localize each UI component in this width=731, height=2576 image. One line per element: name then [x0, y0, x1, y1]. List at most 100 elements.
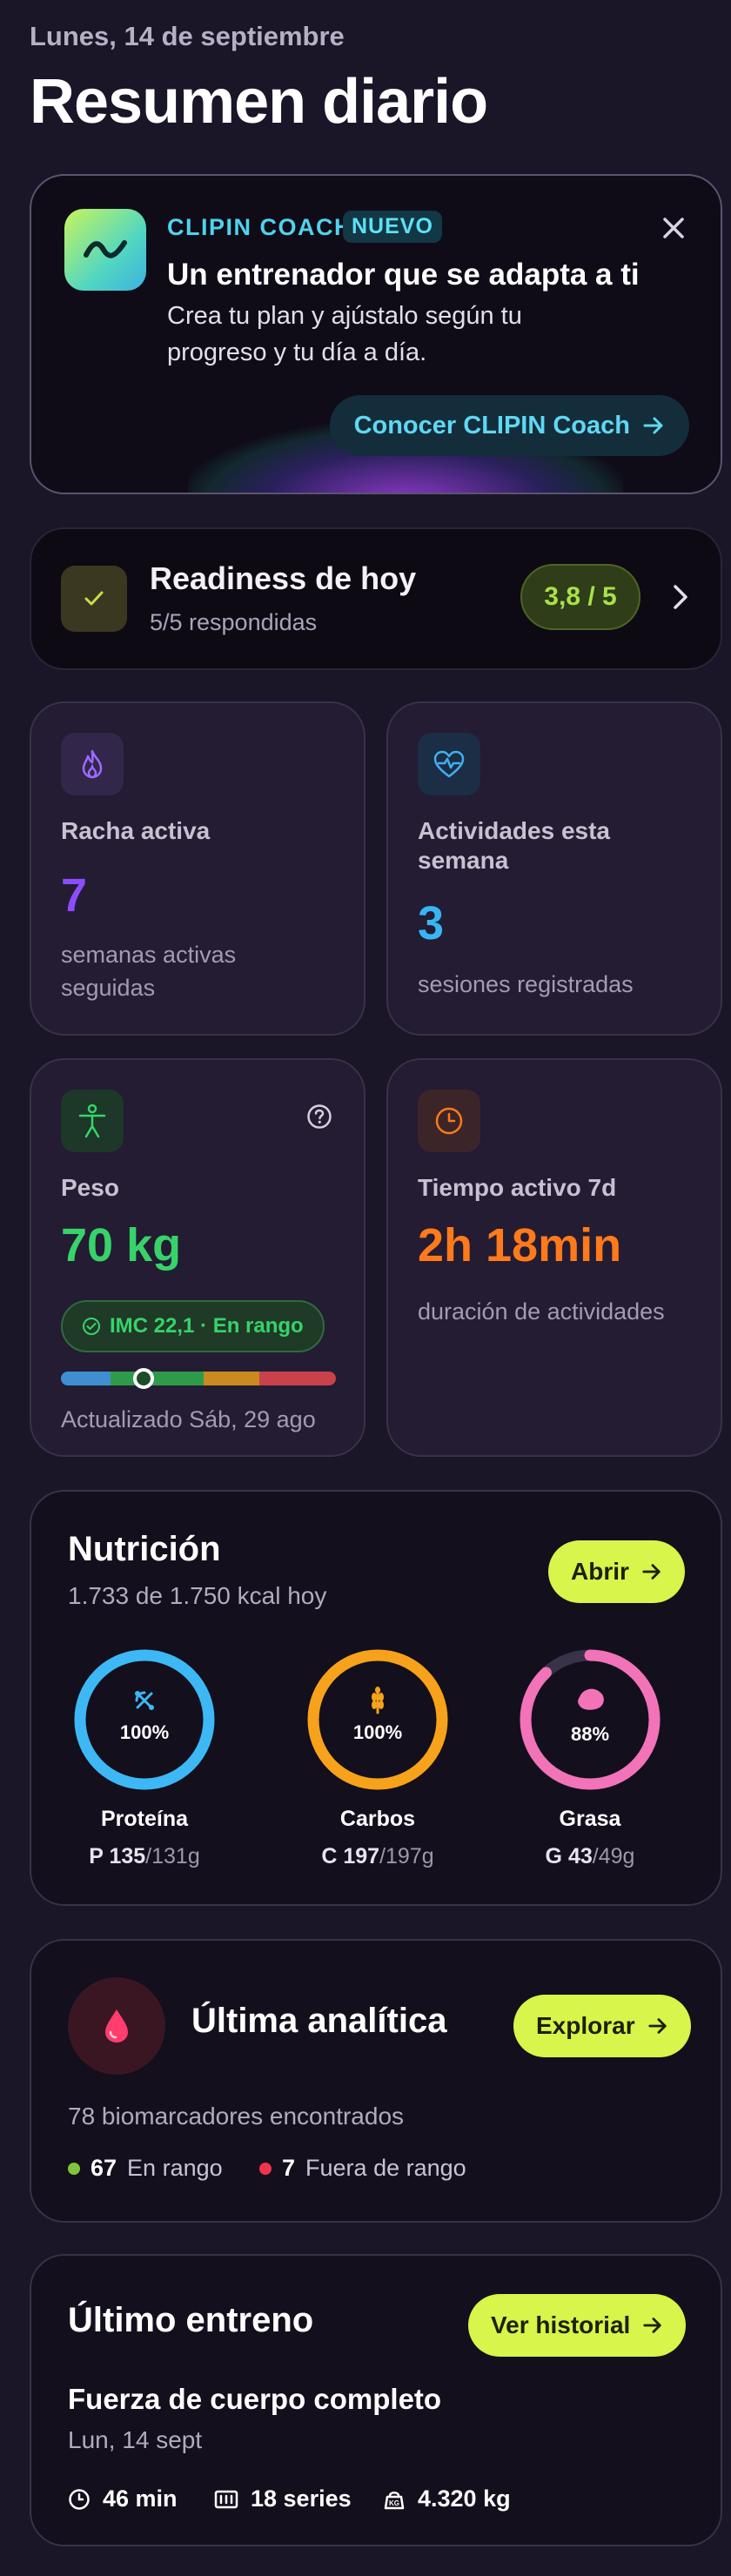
- streak-label: Racha activa: [61, 817, 211, 844]
- active-time-label: Tiempo activo 7d: [418, 1174, 617, 1201]
- workout-date: Lun, 14 sept: [68, 2426, 203, 2453]
- nutrition-card: Nutrición 1.733 de 1.750 kcal hoy Abrir …: [30, 1490, 722, 1906]
- macro-carbs[interactable]: 100% Carbos C 197/197g: [299, 1648, 456, 1869]
- workout-series: 18 series: [214, 2485, 352, 2512]
- out-range-dot: [259, 2162, 272, 2175]
- biomarkers-found: 78 biomarcadores encontrados: [68, 2103, 405, 2130]
- coach-brand-label: CLIPIN COACH: [167, 214, 352, 240]
- weight-card[interactable]: Peso 70 kg IMC 22,1 · En rango Actualiza…: [30, 1058, 366, 1457]
- page-date: Lunes, 14 de septiembre: [30, 21, 345, 51]
- kettlebell-icon: KG: [384, 2491, 405, 2509]
- in-range-label: En rango: [127, 2155, 223, 2181]
- last-workout-card: Último entreno Ver historial Fuerza de c…: [30, 2254, 722, 2546]
- last-workout-title: Último entreno: [68, 2301, 314, 2339]
- workout-series-value: 18 series: [251, 2485, 352, 2512]
- protein-name: Proteína: [100, 1807, 189, 1831]
- view-history-button[interactable]: Ver historial: [468, 2294, 687, 2357]
- imc-badge: IMC 22,1 · En rango: [61, 1300, 325, 1352]
- in-range-count: 67: [91, 2155, 117, 2181]
- readiness-score-badge: 3,8 / 5: [520, 564, 640, 630]
- arrow-right-icon: [643, 417, 663, 434]
- macro-protein[interactable]: 100% Proteína P 135/131g: [66, 1648, 223, 1869]
- blood-drop-icon: [68, 1977, 165, 2075]
- flame-icon: [61, 733, 124, 795]
- fat-progress-ring: 88%: [520, 1649, 661, 1790]
- arrow-right-icon: [647, 2018, 667, 2034]
- fat-percent: 88%: [571, 1723, 609, 1745]
- workout-name: Fuerza de cuerpo completo: [68, 2383, 442, 2415]
- close-icon[interactable]: [656, 211, 691, 245]
- sets-icon: [214, 2490, 238, 2508]
- activities-label: Actividades esta semana: [418, 817, 610, 874]
- out-range-count: 7: [282, 2155, 296, 2181]
- clock-icon: [418, 1090, 480, 1152]
- in-range-legend: 67 En rango: [68, 2155, 223, 2182]
- new-badge: NUEVO: [343, 211, 442, 243]
- body-icon: [61, 1090, 124, 1152]
- coach-headline: Un entrenador que se adapta a ti: [167, 258, 640, 292]
- streak-card[interactable]: Racha activa 7 semanas activas seguidas: [30, 701, 366, 1036]
- open-nutrition-button[interactable]: Abrir: [548, 1540, 685, 1603]
- daily-summary-page: Lunes, 14 de septiembre Resumen diario C…: [0, 0, 731, 2576]
- streak-description: semanas activas seguidas: [61, 942, 237, 1001]
- workout-duration: 46 min: [68, 2485, 178, 2512]
- analytics-title: Última analítica: [191, 2002, 447, 2040]
- coach-promo-card: CLIPIN COACH NUEVO Un entrenador que se …: [30, 174, 722, 494]
- fat-amount: G 43/49g: [545, 1844, 635, 1868]
- active-time-card[interactable]: Tiempo activo 7d 2h 18min duración de ac…: [386, 1058, 722, 1457]
- weight-value: 70 kg: [61, 1219, 182, 1271]
- coach-description: Crea tu plan y ajústalo según tu progres…: [167, 302, 522, 366]
- readiness-subtitle: 5/5 respondidas: [150, 609, 318, 635]
- active-time-description: duración de actividades: [418, 1298, 665, 1325]
- protein-percent: 100%: [120, 1721, 169, 1743]
- arrow-right-icon: [642, 1564, 661, 1580]
- weight-label: Peso: [61, 1174, 119, 1201]
- macro-fat[interactable]: 88% Grasa G 43/49g: [512, 1648, 668, 1869]
- arrow-right-icon: [643, 2318, 661, 2333]
- protein-icon: [135, 1691, 154, 1710]
- carbs-percent: 100%: [353, 1721, 402, 1743]
- out-range-legend: 7 Fuera de rango: [259, 2155, 466, 2182]
- readiness-card[interactable]: Readiness de hoy 5/5 respondidas 3,8 / 5: [30, 527, 722, 670]
- wheat-icon: [372, 1687, 384, 1714]
- workout-duration-value: 46 min: [103, 2485, 178, 2512]
- workout-volume: KG 4.320 kg: [383, 2485, 511, 2512]
- protein-progress-ring: 100%: [74, 1649, 215, 1790]
- imc-label: IMC 22,1 · En rango: [110, 1314, 304, 1338]
- carbs-amount: C 197/197g: [321, 1844, 434, 1868]
- activities-description: sesiones registradas: [418, 971, 634, 997]
- in-range-dot: [68, 2162, 80, 2175]
- bmi-scale-bar: [61, 1372, 336, 1385]
- fat-icon: [578, 1688, 604, 1710]
- explore-analytics-button[interactable]: Explorar: [513, 1995, 691, 2057]
- explore-label: Explorar: [536, 2012, 635, 2039]
- clipin-coach-logo-icon: [64, 209, 146, 291]
- carbs-name: Carbos: [339, 1807, 416, 1831]
- carbs-progress-ring: 100%: [307, 1649, 448, 1790]
- lab-analytics-card: Última analítica Explorar 78 biomarcador…: [30, 1939, 722, 2223]
- open-nutrition-label: Abrir: [571, 1558, 629, 1585]
- view-history-label: Ver historial: [491, 2311, 631, 2338]
- nutrition-subtitle: 1.733 de 1.750 kcal hoy: [68, 1582, 327, 1609]
- check-circle-icon: [83, 1318, 100, 1335]
- page-title: Resumen diario: [30, 67, 488, 137]
- weight-updated: Actualizado Sáb, 29 ago: [61, 1406, 316, 1432]
- active-time-value: 2h 18min: [418, 1219, 622, 1271]
- svg-text:KG: KG: [389, 2499, 399, 2507]
- discover-coach-button[interactable]: Conocer CLIPIN Coach: [329, 395, 689, 456]
- readiness-title: Readiness de hoy: [150, 560, 417, 596]
- check-icon: [61, 566, 127, 632]
- activities-value: 3: [418, 897, 445, 949]
- workout-volume-value: 4.320 kg: [418, 2485, 511, 2512]
- bmi-position-marker: [132, 1368, 154, 1389]
- chevron-right-icon: [670, 580, 691, 619]
- fat-name: Grasa: [559, 1807, 621, 1831]
- help-icon[interactable]: [306, 1104, 332, 1134]
- weekly-activities-card[interactable]: Actividades esta semana 3 sesiones regis…: [386, 701, 722, 1036]
- protein-amount: P 135/131g: [89, 1844, 200, 1868]
- nutrition-title: Nutrición: [68, 1530, 221, 1568]
- discover-coach-label: Conocer CLIPIN Coach: [353, 411, 630, 439]
- heart-pulse-icon: [418, 733, 480, 795]
- streak-value: 7: [61, 869, 88, 922]
- out-range-label: Fuera de rango: [305, 2155, 466, 2181]
